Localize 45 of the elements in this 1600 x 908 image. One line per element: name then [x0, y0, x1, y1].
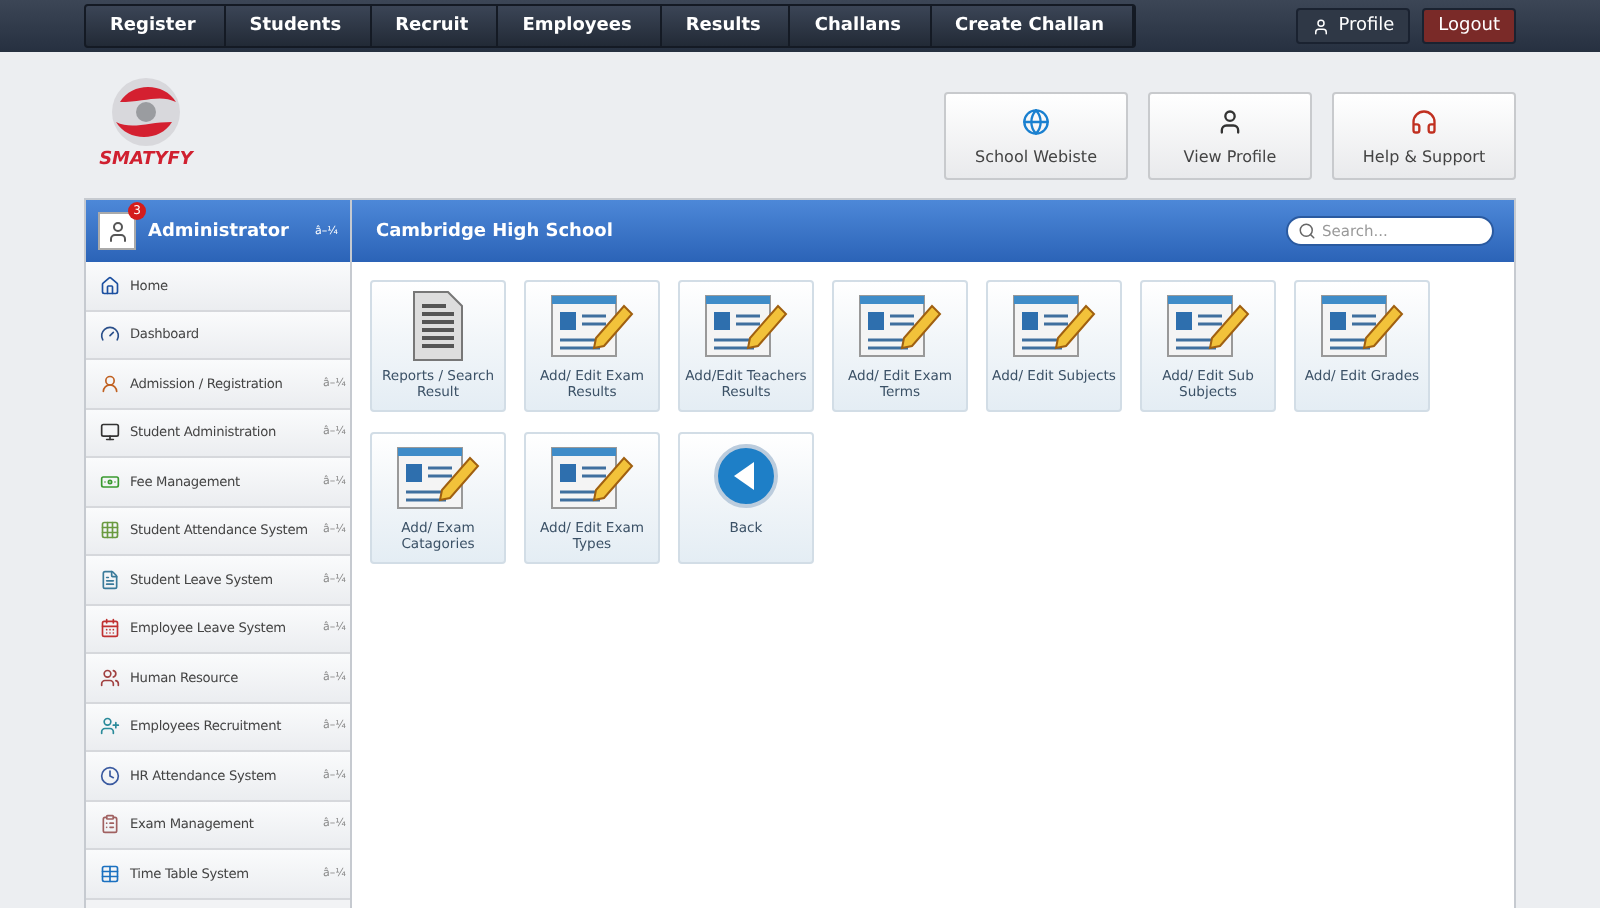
breadcrumb-link[interactable]: Recruit — [371, 6, 499, 46]
user-plus-icon — [100, 716, 120, 737]
grid-icon — [100, 520, 120, 541]
form-edit-icon — [1318, 290, 1406, 362]
form-edit-icon — [856, 290, 944, 362]
form-edit-icon — [394, 442, 482, 514]
person-icon — [105, 219, 129, 243]
form-edit-icon — [548, 442, 636, 514]
breadcrumb-link[interactable]: Employees — [498, 6, 662, 46]
panel-title: Cambridge High School — [376, 221, 613, 241]
clock-icon — [100, 765, 120, 786]
headset-icon — [1410, 107, 1438, 135]
header-button[interactable]: School Webiste — [944, 92, 1128, 180]
home-icon — [100, 275, 120, 296]
globe-icon — [1022, 107, 1050, 135]
banknote-icon — [100, 471, 120, 492]
form-edit-icon — [1010, 290, 1098, 362]
logout-button[interactable]: Logout — [1422, 8, 1516, 44]
breadcrumb-link[interactable]: Students — [225, 6, 372, 46]
person-icon — [1216, 107, 1244, 135]
table-icon — [100, 863, 120, 884]
form-edit-icon — [548, 290, 636, 362]
profile-button[interactable]: Profile — [1296, 8, 1411, 44]
monitor-icon — [100, 422, 120, 443]
people-icon — [100, 667, 120, 688]
header-button[interactable]: View Profile — [1148, 92, 1312, 180]
logo-text: SMATYFY — [99, 150, 193, 170]
breadcrumb-link[interactable]: Register — [86, 6, 226, 46]
back-icon — [710, 442, 782, 514]
breadcrumb-link[interactable]: Challans — [790, 6, 931, 46]
breadcrumb-link[interactable]: Create Challan — [931, 6, 1134, 46]
sidebar-title: Administrator — [148, 221, 291, 241]
person-icon — [100, 373, 120, 394]
breadcrumb-link[interactable]: Results — [661, 6, 791, 46]
document-icon — [100, 569, 120, 590]
person-icon — [1312, 17, 1331, 35]
clipboard-icon — [100, 814, 120, 835]
header-button[interactable]: Help & Support — [1332, 92, 1516, 180]
logo-icon — [108, 74, 184, 150]
document-icon — [412, 290, 464, 362]
search-icon — [1298, 222, 1316, 240]
gauge-icon — [100, 324, 120, 345]
calendar-icon — [100, 618, 120, 639]
form-edit-icon — [1164, 290, 1252, 362]
form-edit-icon — [702, 290, 790, 362]
